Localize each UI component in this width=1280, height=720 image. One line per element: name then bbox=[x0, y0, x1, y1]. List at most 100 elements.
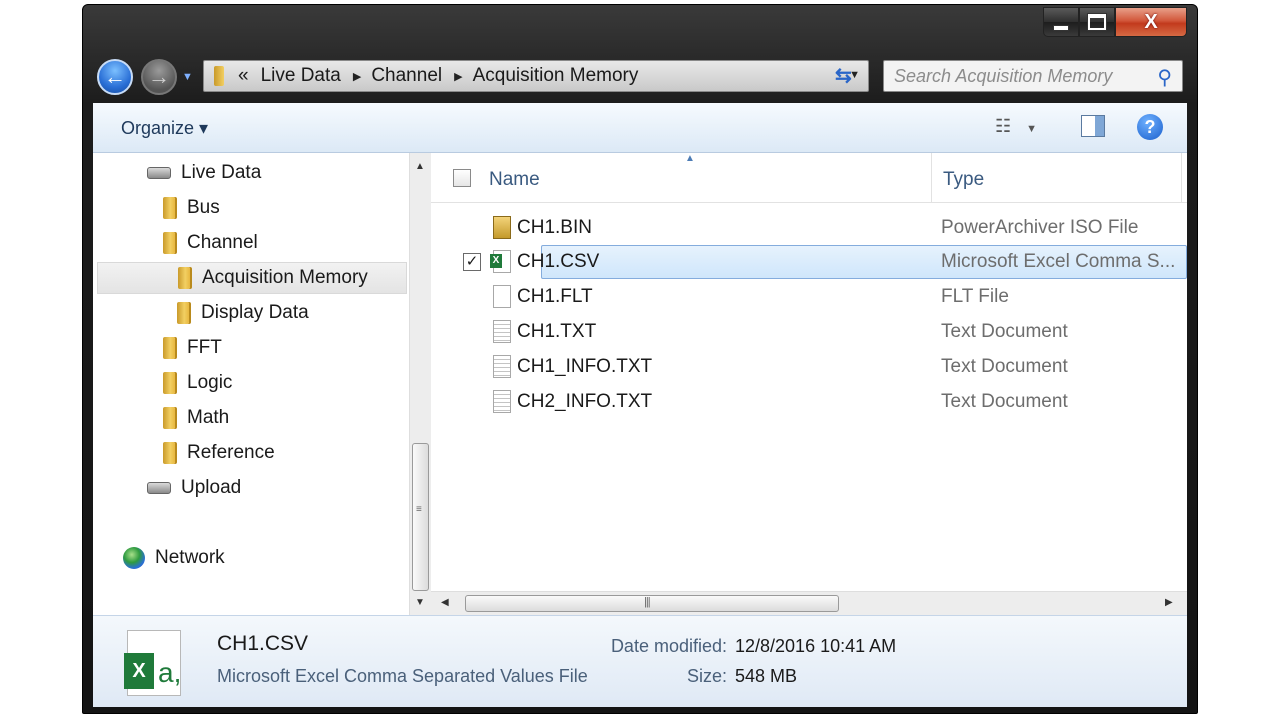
breadcrumb-separator-icon[interactable]: ▶ bbox=[353, 70, 361, 83]
details-size-label: Size: bbox=[686, 666, 727, 686]
tree-item-label: Live Data bbox=[181, 162, 262, 183]
column-header-type[interactable]: Type bbox=[943, 169, 984, 191]
file-list-horizontal-scrollbar[interactable]: ◀ ||| ▶ bbox=[431, 591, 1187, 615]
tree-item-label: Reference bbox=[187, 442, 275, 463]
navigation-bar: ← → ▼ « Live Data ▶ Channel ▶ Acquisitio… bbox=[95, 57, 1185, 97]
excel-file-large-icon: X a, bbox=[124, 630, 182, 696]
excel-glyph: a, bbox=[158, 657, 182, 688]
refresh-icon[interactable]: ⇆ bbox=[835, 63, 852, 88]
address-bar[interactable]: « Live Data ▶ Channel ▶ Acquisition Memo… bbox=[203, 60, 869, 92]
caption-buttons: X bbox=[1043, 7, 1187, 37]
close-button[interactable]: X bbox=[1115, 7, 1187, 37]
file-type: Text Document bbox=[941, 321, 1068, 342]
tree-item-label: Acquisition Memory bbox=[202, 267, 368, 288]
network-globe-icon bbox=[123, 547, 145, 569]
details-file-name: CH1.CSV bbox=[217, 632, 309, 655]
scroll-left-icon[interactable]: ◀ bbox=[441, 597, 449, 608]
file-row-ch1-bin[interactable]: CH1.BIN PowerArchiver ISO File bbox=[457, 211, 1187, 245]
recent-pages-dropdown-icon[interactable]: ▼ bbox=[182, 71, 193, 83]
tree-item-label: FFT bbox=[187, 337, 222, 358]
row-checkbox-checked[interactable]: ✓ bbox=[463, 253, 481, 271]
folder-icon bbox=[163, 442, 175, 464]
folder-icon bbox=[163, 407, 175, 429]
change-view-button[interactable]: ☷ ▼ bbox=[995, 116, 1037, 137]
excel-file-icon bbox=[490, 250, 511, 273]
command-bar: Organize ▾ ☷ ▼ ? bbox=[93, 103, 1187, 153]
scrollbar-thumb[interactable]: ≡ bbox=[412, 443, 429, 591]
close-icon: X bbox=[1144, 10, 1158, 33]
file-list: Name ▲ Type CH1.BIN PowerArchiver ISO Fi… bbox=[431, 153, 1187, 591]
tree-item-reference[interactable]: Reference bbox=[163, 437, 275, 469]
back-button[interactable]: ← bbox=[97, 59, 133, 95]
maximize-button[interactable] bbox=[1079, 7, 1115, 37]
minimize-icon bbox=[1053, 25, 1069, 31]
minimize-button[interactable] bbox=[1043, 7, 1079, 37]
organize-button[interactable]: Organize ▾ bbox=[121, 118, 208, 139]
text-file-icon bbox=[493, 355, 511, 378]
tree-item-label: Upload bbox=[181, 477, 242, 498]
folder-icon bbox=[163, 337, 175, 359]
breadcrumb-live-data[interactable]: Live Data bbox=[261, 65, 341, 87]
forward-button[interactable]: → bbox=[141, 59, 177, 95]
file-row-ch1-flt[interactable]: CH1.FLT FLT File bbox=[457, 280, 1187, 314]
details-view-icon: ☷ bbox=[995, 116, 1012, 136]
file-row-ch2-info-txt[interactable]: CH2_INFO.TXT Text Document bbox=[457, 385, 1187, 419]
column-header-row: Name ▲ Type bbox=[431, 153, 1187, 203]
folder-icon bbox=[163, 232, 175, 254]
file-name: CH1.CSV bbox=[517, 251, 600, 272]
breadcrumb-separator-icon[interactable]: ▶ bbox=[454, 70, 462, 83]
tree-item-logic[interactable]: Logic bbox=[163, 367, 232, 399]
tree-item-label: Network bbox=[155, 547, 225, 568]
preview-pane-icon[interactable] bbox=[1081, 115, 1105, 137]
folder-icon bbox=[163, 197, 175, 219]
chevron-down-icon: ▼ bbox=[1026, 123, 1038, 135]
column-divider[interactable] bbox=[1181, 153, 1182, 203]
file-name: CH1.TXT bbox=[517, 321, 597, 342]
iso-file-icon bbox=[493, 216, 511, 239]
file-type: Text Document bbox=[941, 391, 1068, 412]
tree-item-live-data[interactable]: Live Data bbox=[147, 157, 261, 189]
grip-icon: ≡ bbox=[416, 504, 422, 515]
folder-icon bbox=[178, 267, 190, 289]
text-file-icon bbox=[493, 320, 511, 343]
help-icon[interactable]: ? bbox=[1137, 114, 1163, 140]
navigation-pane-scrollbar[interactable]: ▲ ≡ ▼ bbox=[409, 153, 431, 615]
maximize-icon bbox=[1088, 14, 1106, 30]
column-divider[interactable] bbox=[931, 153, 932, 203]
tree-item-acquisition-memory[interactable]: Acquisition Memory bbox=[97, 262, 407, 294]
search-placeholder: Search Acquisition Memory bbox=[894, 65, 1113, 86]
tree-item-bus[interactable]: Bus bbox=[163, 192, 220, 224]
tree-item-label: Display Data bbox=[201, 302, 309, 323]
breadcrumb-overflow[interactable]: « bbox=[238, 65, 249, 87]
scrollbar-thumb[interactable]: ||| bbox=[465, 595, 839, 612]
select-all-checkbox[interactable] bbox=[453, 169, 471, 187]
file-name: CH1.FLT bbox=[517, 286, 593, 307]
scroll-down-icon[interactable]: ▼ bbox=[415, 597, 425, 608]
tree-item-network[interactable]: Network bbox=[123, 542, 225, 574]
column-header-name[interactable]: Name bbox=[489, 169, 540, 191]
tree-item-fft[interactable]: FFT bbox=[163, 332, 222, 364]
breadcrumb-channel[interactable]: Channel bbox=[371, 65, 442, 87]
file-row-ch1-txt[interactable]: CH1.TXT Text Document bbox=[457, 315, 1187, 349]
tree-item-label: Math bbox=[187, 407, 230, 428]
file-type: FLT File bbox=[941, 286, 1009, 307]
scroll-up-icon[interactable]: ▲ bbox=[415, 161, 425, 172]
search-input[interactable]: Search Acquisition Memory ⚲ bbox=[883, 60, 1183, 92]
tree-item-math[interactable]: Math bbox=[163, 402, 229, 434]
file-type: Text Document bbox=[941, 356, 1068, 377]
arrow-right-icon: → bbox=[148, 64, 170, 89]
tree-item-channel[interactable]: Channel bbox=[163, 227, 258, 259]
file-type: PowerArchiver ISO File bbox=[941, 217, 1139, 238]
file-row-ch1-csv-content[interactable]: ✓ CH1.CSV Microsoft Excel Comma S... bbox=[457, 245, 1187, 279]
search-icon[interactable]: ⚲ bbox=[1157, 65, 1172, 90]
text-file-icon bbox=[493, 390, 511, 413]
file-name: CH2_INFO.TXT bbox=[517, 391, 653, 412]
excel-badge: X bbox=[124, 653, 154, 689]
tree-item-upload[interactable]: Upload bbox=[147, 472, 241, 504]
breadcrumb-acquisition-memory[interactable]: Acquisition Memory bbox=[473, 65, 639, 87]
file-row-ch1-info-txt[interactable]: CH1_INFO.TXT Text Document bbox=[457, 350, 1187, 384]
tree-item-display-data[interactable]: Display Data bbox=[177, 297, 309, 329]
blank-file-icon bbox=[493, 285, 511, 308]
sort-ascending-icon: ▲ bbox=[685, 153, 695, 164]
scroll-right-icon[interactable]: ▶ bbox=[1165, 597, 1173, 608]
